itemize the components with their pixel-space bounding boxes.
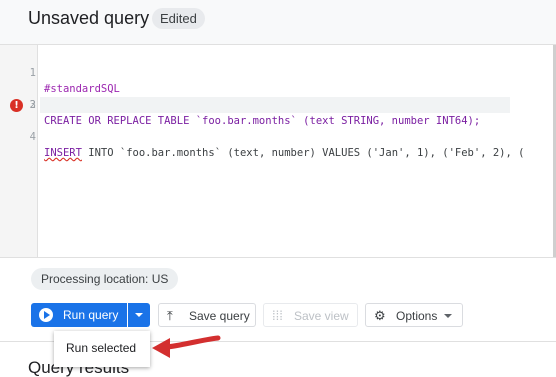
run-selected-menu-item[interactable]: Run selected <box>66 341 136 355</box>
run-query-button[interactable]: Run query <box>31 303 127 327</box>
play-icon <box>39 308 53 322</box>
error-icon[interactable]: ! <box>10 99 23 112</box>
sql-editor[interactable]: 1 #standardSQL 2 CREATE OR REPLACE TABLE… <box>0 44 556 258</box>
options-button[interactable]: ⚙ Options <box>365 303 463 327</box>
save-query-button[interactable]: ⤒ Save query <box>158 303 256 327</box>
options-label: Options <box>396 309 438 323</box>
save-view-button[interactable]: ⁞⁞⁞ Save view <box>263 303 358 327</box>
upload-icon: ⤒ <box>167 308 173 323</box>
code-line[interactable]: ! 4 INSERT INTO `foo.bar.months` (text, … <box>0 97 553 159</box>
code-text-rest: INTO `foo.bar.months` (text, number) VAL… <box>81 147 525 159</box>
query-title: Unsaved query <box>28 8 150 28</box>
code-line[interactable]: 3 <box>0 81 553 111</box>
chevron-down-icon <box>444 314 452 318</box>
code-text[interactable]: INSERT INTO `foo.bar.months` (text, numb… <box>44 145 524 161</box>
red-arrow-annotation <box>152 335 221 358</box>
code-text[interactable]: CREATE OR REPLACE TABLE `foo.bar.months`… <box>44 113 480 129</box>
line-number: 4 <box>29 131 36 143</box>
query-header: Unsaved query Edited <box>0 0 556 44</box>
code-line[interactable]: 2 CREATE OR REPLACE TABLE `foo.bar.month… <box>0 65 553 127</box>
save-view-label: Save view <box>294 309 349 323</box>
run-dropdown-button[interactable] <box>128 303 150 327</box>
grid-icon: ⁞⁞⁞ <box>272 308 283 323</box>
edited-badge: Edited <box>152 8 205 29</box>
save-query-label: Save query <box>189 309 250 323</box>
processing-location-chip[interactable]: Processing location: US <box>31 268 179 290</box>
error-keyword: INSERT <box>44 147 82 159</box>
gear-icon: ⚙ <box>374 308 386 323</box>
code-line[interactable]: 1 #standardSQL <box>0 49 553 95</box>
run-query-label: Run query <box>63 308 119 322</box>
run-dropdown-menu: Run selected <box>54 331 150 367</box>
